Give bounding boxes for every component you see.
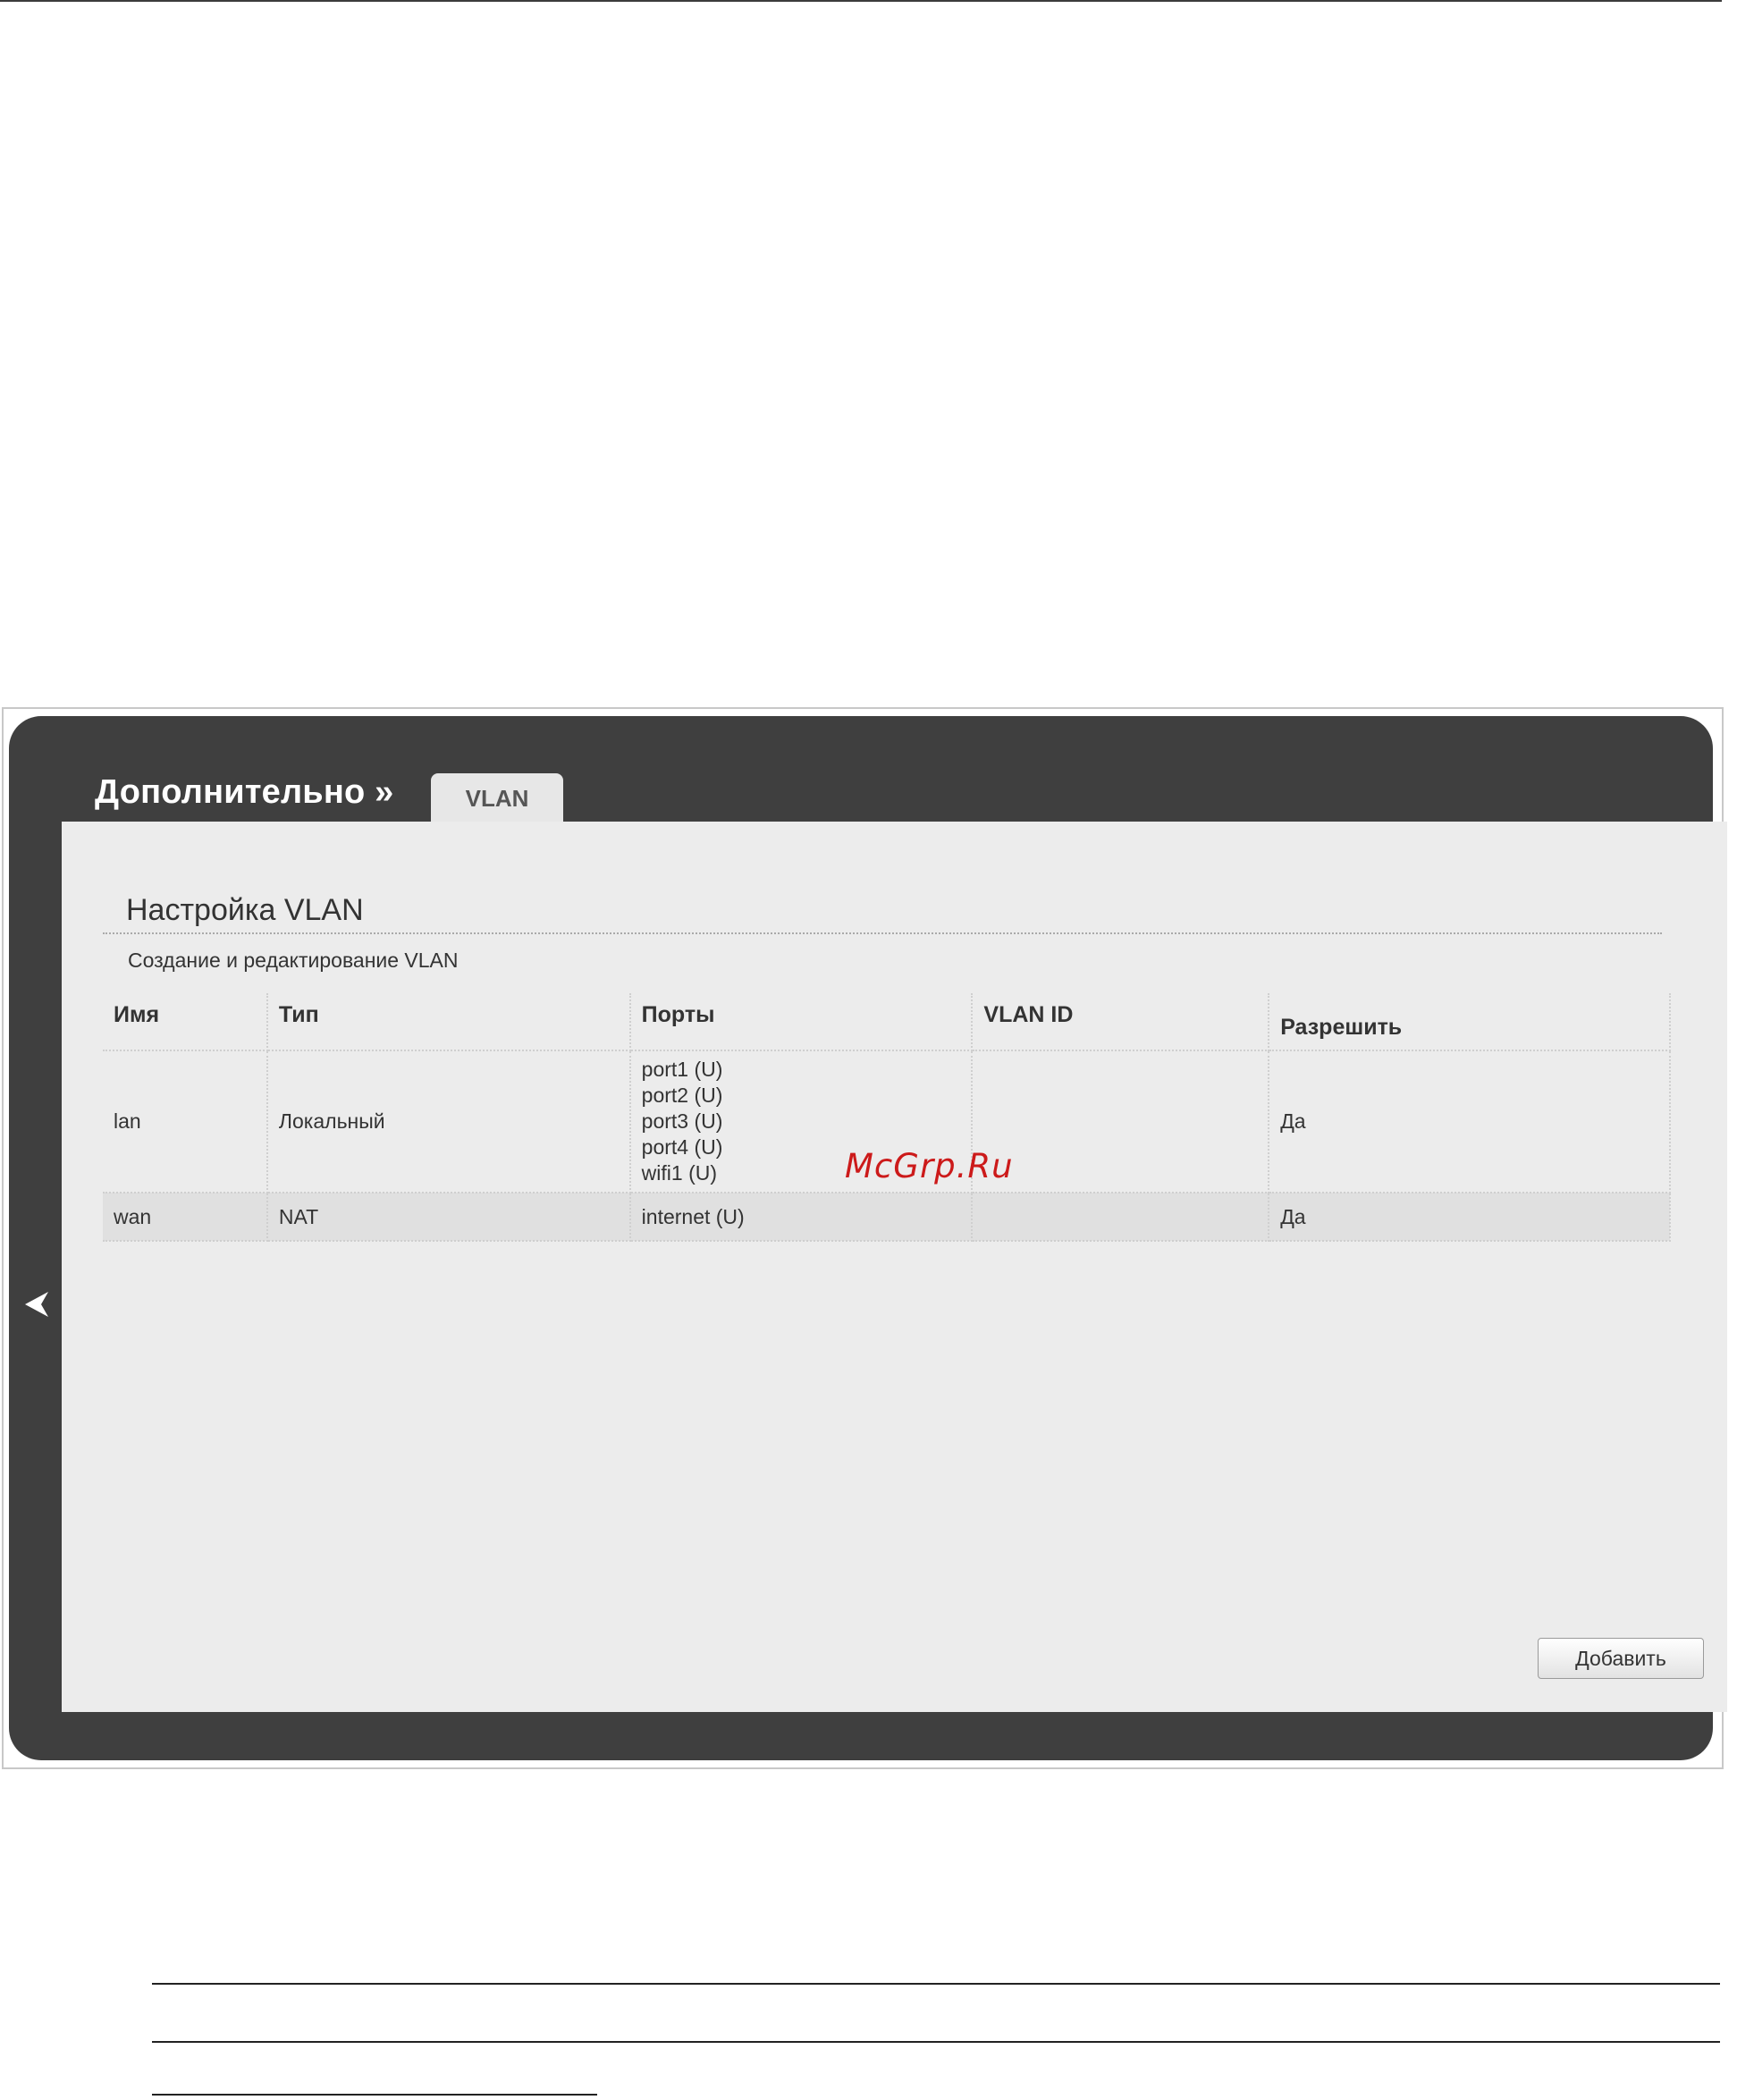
content-panel: Настройка VLAN Создание и редактирование… [62, 822, 1727, 1712]
title-divider [103, 932, 1662, 934]
vlan-table: Имя Тип Порты VLAN ID Разрешить lan Лока… [103, 993, 1671, 1242]
cell-name: lan [103, 1050, 268, 1193]
cell-enabled: Да [1269, 1193, 1671, 1242]
port-entry: internet (U) [641, 1204, 745, 1228]
watermark-text: McGrp.Ru [845, 1147, 1014, 1185]
tab-vlan[interactable]: VLAN [431, 773, 563, 823]
add-button[interactable]: Добавить [1538, 1638, 1704, 1679]
chevron-left-icon-svg [25, 1292, 48, 1317]
port-entry: port3 (U) [641, 1109, 723, 1133]
port-entry: port1 (U) [641, 1058, 723, 1081]
table-header-row: Имя Тип Порты VLAN ID Разрешить [103, 993, 1671, 1051]
fill-in-line [152, 2041, 1720, 2043]
cell-ports: internet (U) [629, 1193, 974, 1242]
column-header-enabled[interactable]: Разрешить [1269, 993, 1671, 1051]
router-screenshot: Дополнительно » VLAN Настройка VLAN Созд… [2, 707, 1727, 1769]
fill-in-line [152, 1983, 1720, 1985]
cell-type: Локальный [266, 1050, 631, 1193]
column-header-vlan-id[interactable]: VLAN ID [972, 993, 1270, 1051]
router-ui-frame: Дополнительно » VLAN Настройка VLAN Созд… [9, 716, 1727, 1760]
cell-name: wan [103, 1193, 268, 1242]
page-subtitle: Создание и редактирование VLAN [128, 949, 459, 972]
column-header-ports[interactable]: Порты [629, 993, 974, 1051]
top-rule [0, 0, 1722, 2]
fill-in-line [152, 2094, 597, 2096]
cell-type: NAT [266, 1193, 631, 1242]
cell-enabled: Да [1269, 1050, 1671, 1193]
port-entry: port2 (U) [641, 1084, 723, 1107]
chevron-left-icon[interactable] [21, 1288, 54, 1320]
section-heading: Дополнительно » [95, 773, 394, 811]
column-header-name[interactable]: Имя [103, 993, 268, 1051]
cell-vlan-id [972, 1193, 1270, 1242]
column-header-type[interactable]: Тип [266, 993, 631, 1051]
page-title: Настройка VLAN [126, 893, 364, 927]
table-row[interactable]: wan NAT internet (U) Да [103, 1193, 1671, 1242]
cell-vlan-id [972, 1050, 1270, 1193]
